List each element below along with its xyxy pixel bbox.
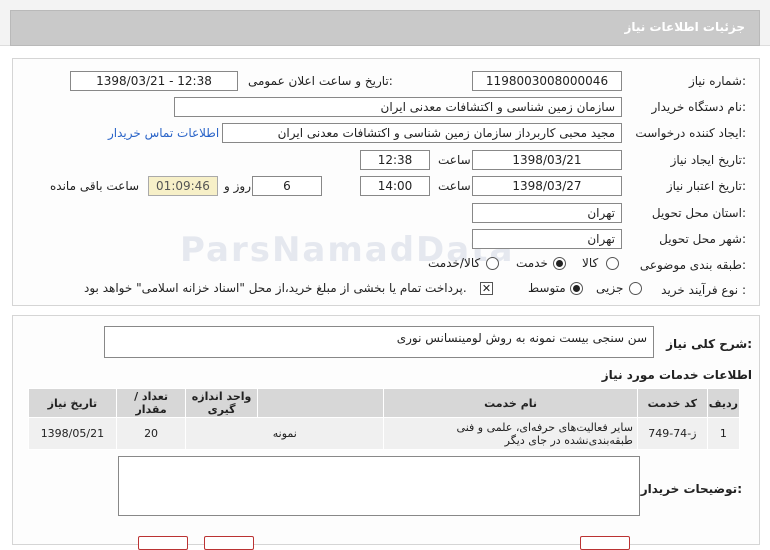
need-number-label: شماره نیاز: <box>688 74 746 88</box>
action-button-3[interactable] <box>580 536 630 550</box>
col-row: ردیف <box>706 388 741 418</box>
payment-note: پرداخت تمام یا بخشی از مبلغ خرید،از محل … <box>84 281 467 295</box>
need-number-field: 1198003008000046 <box>472 71 622 91</box>
created-date-field: 1398/03/21 <box>472 150 622 170</box>
services-table: تاریخ نیاز تعداد / مقدار واحد اندازه گیر… <box>28 388 741 450</box>
page-title: جزئیات اطلاعات نیاز <box>624 20 745 34</box>
category-option-service: خدمت <box>516 256 548 270</box>
summary-label: شرح کلی نیاز: <box>666 337 752 351</box>
process-radio-minor[interactable] <box>629 282 642 295</box>
category-option-goods: کالا <box>582 256 599 270</box>
validity-date-label: تاریخ اعتبار نیاز: <box>666 179 746 193</box>
created-time-field: 12:38 <box>360 150 430 170</box>
header-bar: جزئیات اطلاعات نیاز <box>10 10 760 46</box>
col-service-code: کد خدمت <box>636 388 708 418</box>
requester-label: ایجاد کننده درخواست: <box>635 126 746 140</box>
contact-info-link[interactable]: اطلاعات تماس خریدار <box>108 126 219 140</box>
col-need-date: تاریخ نیاز <box>28 388 117 418</box>
city-label: شهر محل تحویل: <box>659 232 746 246</box>
cell-need-date: 1398/05/21 <box>28 417 117 450</box>
col-unit-spacer <box>256 388 385 418</box>
col-quantity: تعداد / مقدار <box>115 388 187 418</box>
days-label: روز و <box>224 179 251 193</box>
buyer-notes-label: توضیحات خریدار: <box>640 482 742 496</box>
announce-field: 1398/03/21 - 12:38 <box>70 71 238 91</box>
category-radio-service[interactable] <box>553 257 566 270</box>
process-option-medium: متوسط <box>528 281 566 295</box>
services-title: اطلاعات خدمات مورد نیاز <box>601 368 752 382</box>
cell-unit: نمونه <box>185 417 385 450</box>
cell-service-name: سایر فعالیت‌های حرفه‌ای، علمی و فنی طبقه… <box>383 417 638 450</box>
col-service-name: نام خدمت <box>383 388 638 418</box>
announce-label: تاریخ و ساعت اعلان عمومی: <box>248 74 393 88</box>
cell-service-code: ز-74-749 <box>636 417 708 450</box>
page-header: جزئیات اطلاعات نیاز <box>0 0 770 46</box>
action-button-1[interactable] <box>138 536 188 550</box>
category-label: طبقه بندی موضوعی: <box>639 258 746 272</box>
buyer-org-label: نام دستگاه خریدار: <box>651 100 747 114</box>
requester-field: مجید محبی کاربرداز سازمان زمین شناسی و ا… <box>222 123 622 143</box>
validity-time-label: ساعت <box>438 179 471 193</box>
table-row: 1398/05/21 20 نمونه سایر فعالیت‌های حرفه… <box>28 417 741 450</box>
buyer-notes-field <box>118 456 640 516</box>
city-field: تهران <box>472 229 622 249</box>
remaining-label: ساعت باقی مانده <box>50 179 140 193</box>
treasury-checkbox[interactable]: ✕ <box>480 282 493 295</box>
process-label: نوع فرآیند خرید : <box>661 283 746 297</box>
buyer-org-field: سازمان زمین شناسی و اکتشافات معدنی ایران <box>174 97 622 117</box>
created-date-label: تاریخ ایجاد نیاز: <box>670 153 746 167</box>
category-option-goods-service: کالا/خدمت <box>428 256 481 270</box>
created-time-label: ساعت <box>438 153 471 167</box>
process-option-minor: جزیی <box>596 281 624 295</box>
province-label: استان محل تحویل: <box>651 206 746 220</box>
cell-row: 1 <box>706 417 741 450</box>
category-radio-goods[interactable] <box>606 257 619 270</box>
category-radio-goods-service[interactable] <box>486 257 499 270</box>
col-unit: واحد اندازه گیری <box>185 388 258 418</box>
cell-quantity: 20 <box>115 417 187 450</box>
validity-date-field: 1398/03/27 <box>472 176 622 196</box>
action-button-2[interactable] <box>204 536 254 550</box>
remaining-time-field: 01:09:46 <box>148 176 218 196</box>
summary-field: سن سنجی بیست نمونه به روش لومینسانس نوری <box>104 326 654 358</box>
province-field: تهران <box>472 203 622 223</box>
process-radio-medium[interactable] <box>570 282 583 295</box>
validity-time-field: 14:00 <box>360 176 430 196</box>
days-field: 6 <box>252 176 322 196</box>
